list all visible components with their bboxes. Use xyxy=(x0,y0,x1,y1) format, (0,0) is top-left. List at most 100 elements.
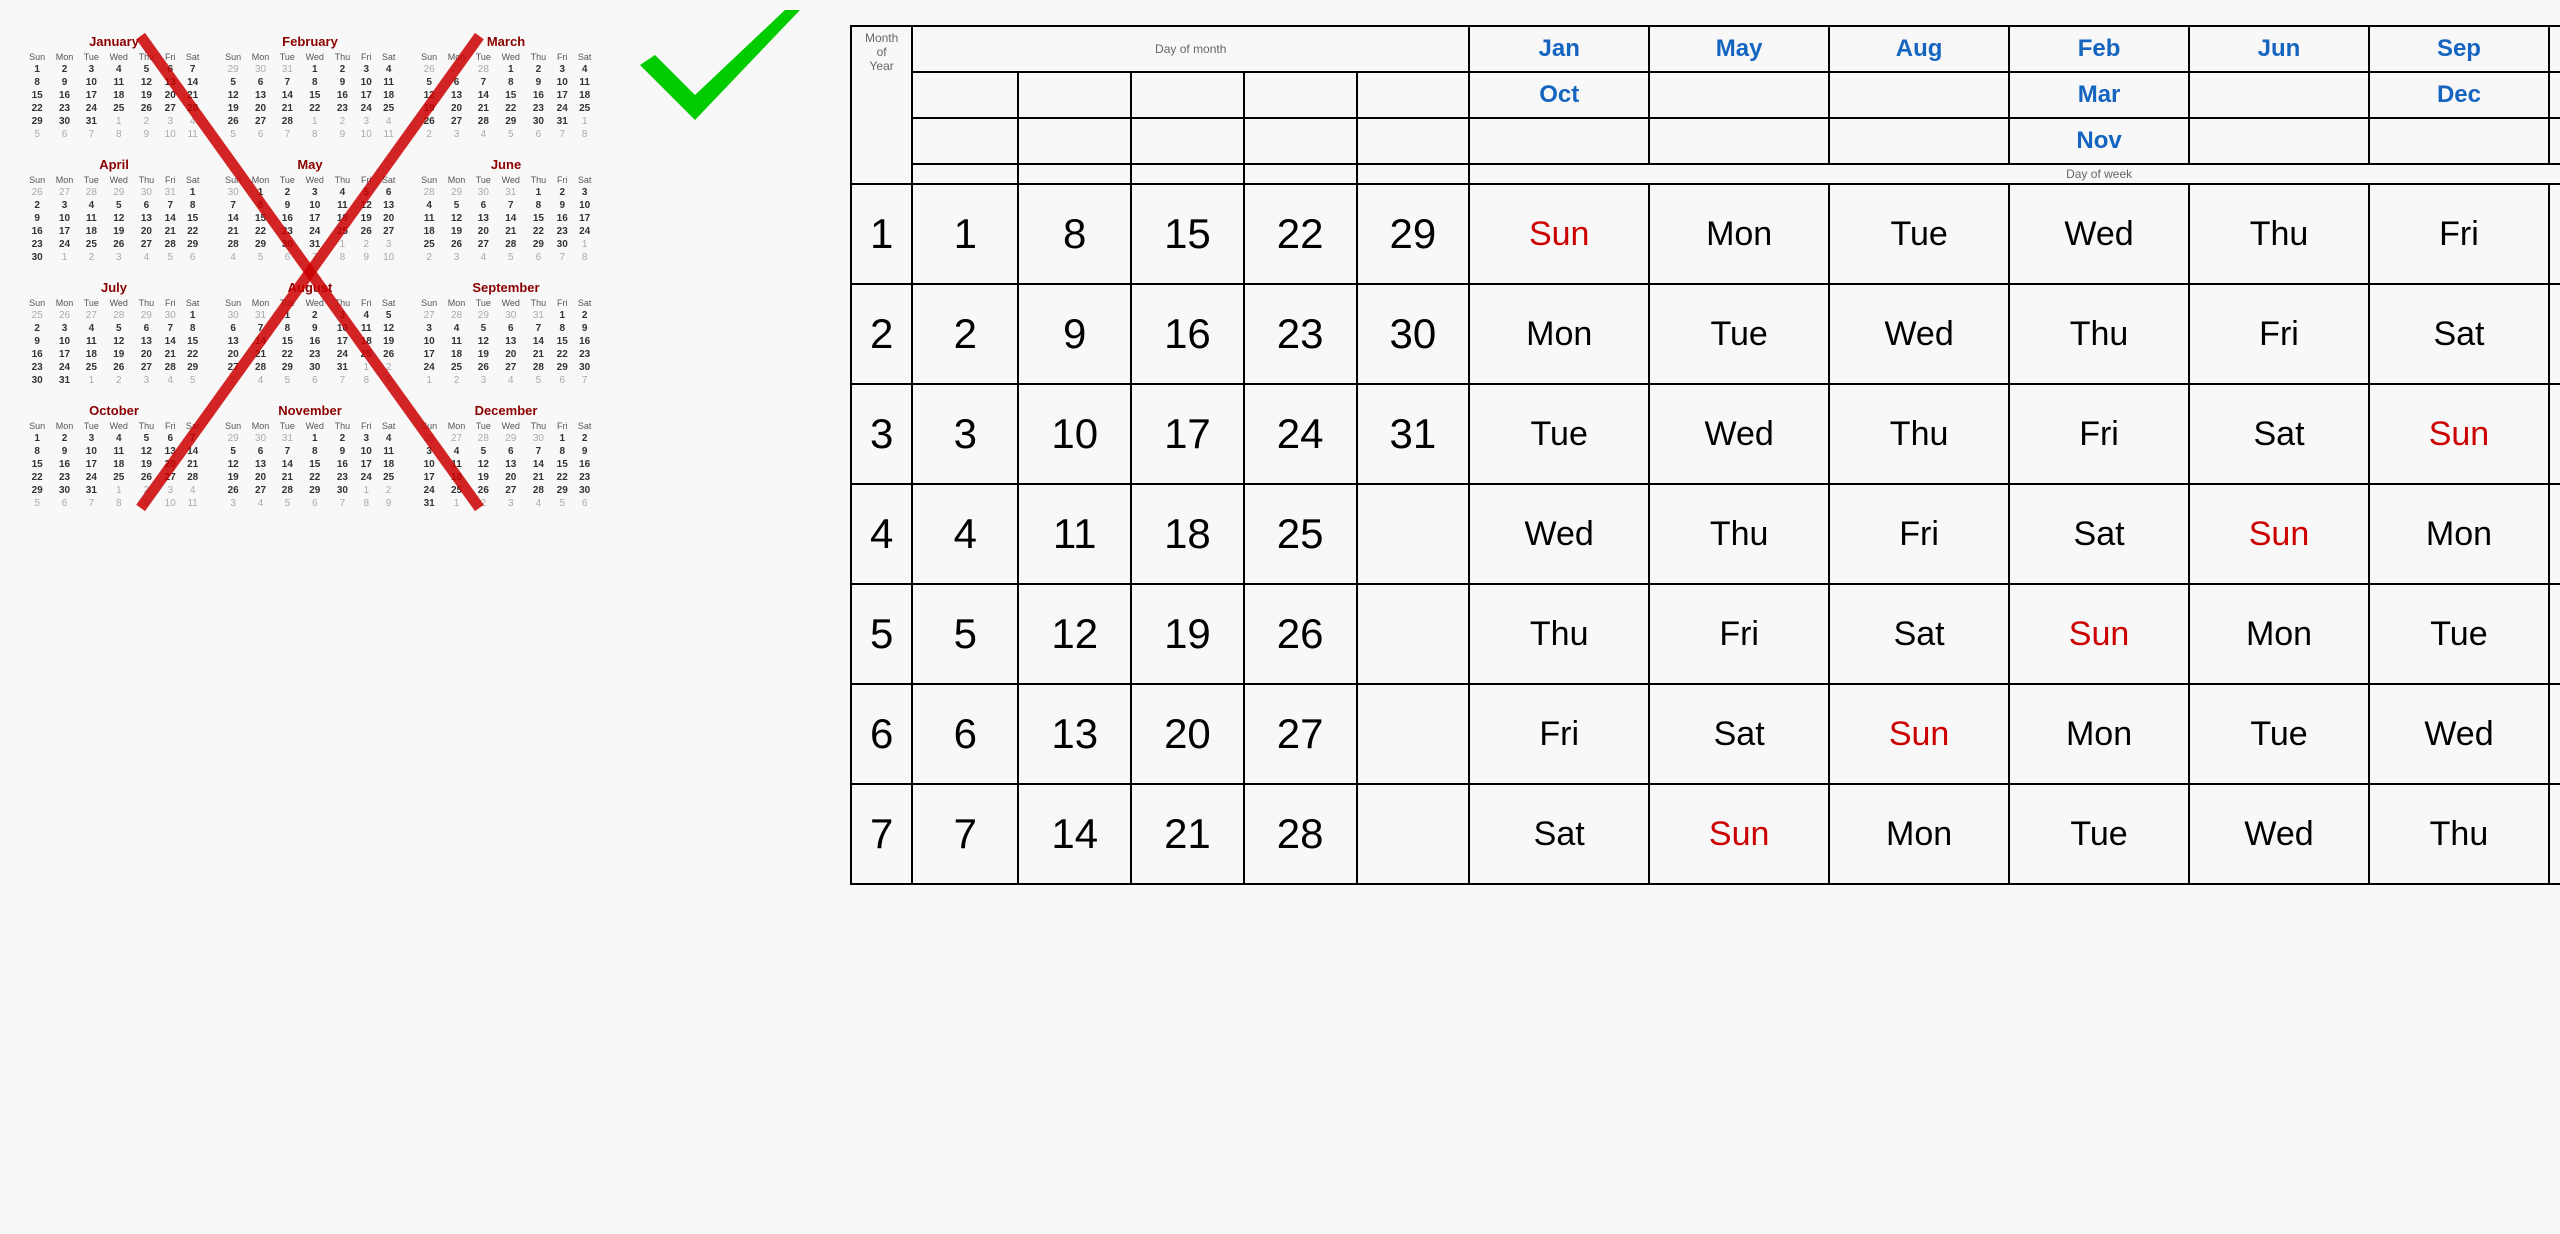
mini-cal-cell: 9 xyxy=(377,497,400,510)
mini-cal-cell: 30 xyxy=(471,186,496,199)
dow-1-6: Sun xyxy=(2549,284,2560,384)
dom-empty3-3 xyxy=(1244,164,1357,184)
mini-cal-cell: 31 xyxy=(159,186,181,199)
mini-cal-cell: 17 xyxy=(79,458,104,471)
mini-cal-cell: 7 xyxy=(79,497,104,510)
dom-0-0: 1 xyxy=(912,184,1018,284)
day-of-month-label: Day of month xyxy=(912,26,1469,72)
mini-cal-cell: 1 xyxy=(496,63,526,76)
mini-cal-cell: 6 xyxy=(526,251,552,264)
month-h2-2 xyxy=(1829,72,2009,118)
mini-cal-cell: 8 xyxy=(573,251,596,264)
mini-cal-header: Fri xyxy=(355,51,377,63)
mini-cal-cell: 1 xyxy=(246,186,275,199)
dow-0-3: Wed xyxy=(2009,184,2189,284)
mini-cal-header: Sat xyxy=(573,420,596,432)
mini-cal-cell: 26 xyxy=(220,115,246,128)
mini-cal-header: Tue xyxy=(79,51,104,63)
mini-cal-cell: 9 xyxy=(573,445,596,458)
mini-cal-header: Sat xyxy=(181,174,204,186)
dow-6-6: Fri xyxy=(2549,784,2560,884)
mini-cal-cell: 18 xyxy=(79,348,104,361)
mini-cal-cell: 22 xyxy=(551,471,573,484)
dom-0-4: 29 xyxy=(1357,184,1470,284)
mini-cal-cell: 14 xyxy=(220,212,246,225)
mini-cal-cell: 10 xyxy=(551,76,573,89)
mini-cal-cell: 10 xyxy=(300,199,330,212)
dom-5-4 xyxy=(1357,684,1470,784)
mini-cal-cell: 2 xyxy=(377,361,400,374)
dom-2-3: 24 xyxy=(1244,384,1357,484)
mini-cal-cell: 4 xyxy=(377,115,400,128)
mini-cal-cell: 7 xyxy=(330,497,356,510)
mini-cal-cell: 30 xyxy=(159,309,181,322)
mini-cal-cell: 29 xyxy=(104,186,134,199)
mini-cal-cell: 27 xyxy=(159,102,181,115)
mini-cal-cell: 18 xyxy=(355,335,377,348)
mini-cal-cell: 10 xyxy=(573,199,596,212)
mini-cal-cell: 11 xyxy=(355,322,377,335)
mini-cal-cell: 10 xyxy=(50,212,79,225)
mini-cal-cell: 2 xyxy=(330,115,356,128)
mini-cal-title: January xyxy=(24,34,204,49)
mini-cal-cell: 8 xyxy=(300,76,330,89)
mini-cal-cell: 5 xyxy=(275,497,300,510)
mini-cal-cell: 6 xyxy=(134,322,160,335)
dom-1-1: 9 xyxy=(1018,284,1131,384)
mini-cal-cell: 1 xyxy=(24,432,50,445)
dom-3-0: 4 xyxy=(912,484,1018,584)
mini-cal-april: AprilSunMonTueWedThuFriSat26272829303112… xyxy=(20,153,208,268)
mini-cal-header: Fri xyxy=(355,297,377,309)
mini-cal-cell: 4 xyxy=(79,322,104,335)
mini-cal-header: Sat xyxy=(181,297,204,309)
mini-cal-cell: 9 xyxy=(134,128,160,141)
mini-cal-cell: 7 xyxy=(551,128,573,141)
mini-cal-cell: 6 xyxy=(275,251,300,264)
month-h1-5: Sep xyxy=(2369,26,2549,72)
mini-cal-cell: 28 xyxy=(246,361,275,374)
mini-cal-cell: 8 xyxy=(181,199,204,212)
mini-cal-header: Tue xyxy=(79,420,104,432)
mini-cal-title: October xyxy=(24,403,204,418)
dow-2-4: Sat xyxy=(2189,384,2369,484)
mini-cal-cell: 21 xyxy=(159,348,181,361)
mini-cal-cell: 26 xyxy=(377,348,400,361)
mini-cal-cell: 26 xyxy=(355,225,377,238)
mini-cal-header: Sat xyxy=(573,174,596,186)
mini-cal-cell: 14 xyxy=(181,445,204,458)
checkmark-icon xyxy=(640,10,800,130)
mini-cal-cell: 11 xyxy=(442,458,471,471)
mini-cal-cell: 25 xyxy=(442,484,471,497)
mini-cal-cell: 23 xyxy=(551,225,573,238)
mini-cal-cell: 6 xyxy=(300,374,330,387)
mini-cal-cell: 20 xyxy=(442,102,471,115)
mini-cal-header: Sun xyxy=(416,51,442,63)
dom-empty-3 xyxy=(1244,72,1357,118)
mini-cal-cell: 15 xyxy=(24,89,50,102)
mini-cal-cell: 19 xyxy=(220,102,246,115)
mini-cal-cell: 27 xyxy=(377,225,400,238)
mini-cal-cell: 5 xyxy=(275,374,300,387)
mini-cal-cell: 30 xyxy=(526,432,552,445)
mini-cal-cell: 30 xyxy=(551,238,573,251)
mini-cal-header: Wed xyxy=(496,51,526,63)
mini-cal-header: Mon xyxy=(246,420,275,432)
mini-cal-cell: 7 xyxy=(220,199,246,212)
mini-cal-cell: 1 xyxy=(24,63,50,76)
mini-cal-cell: 12 xyxy=(416,89,442,102)
mini-cal-cell: 7 xyxy=(246,322,275,335)
mini-cal-cell: 8 xyxy=(573,128,596,141)
mini-cal-cell: 2 xyxy=(526,63,552,76)
dow-6-5: Thu xyxy=(2369,784,2549,884)
mini-cal-january: JanuarySunMonTueWedThuFriSat123456789101… xyxy=(20,30,208,145)
mini-cal-cell: 5 xyxy=(496,251,526,264)
mini-cal-cell: 11 xyxy=(104,445,134,458)
mini-cal-cell: 12 xyxy=(377,322,400,335)
mini-cal-cell: 6 xyxy=(50,128,79,141)
mini-cal-cell: 24 xyxy=(416,361,442,374)
row-num-6: 7 xyxy=(851,784,912,884)
mini-cal-cell: 2 xyxy=(104,374,134,387)
mini-cal-header: Sun xyxy=(24,420,50,432)
mini-cal-cell: 13 xyxy=(442,89,471,102)
mini-cal-cell: 11 xyxy=(377,445,400,458)
